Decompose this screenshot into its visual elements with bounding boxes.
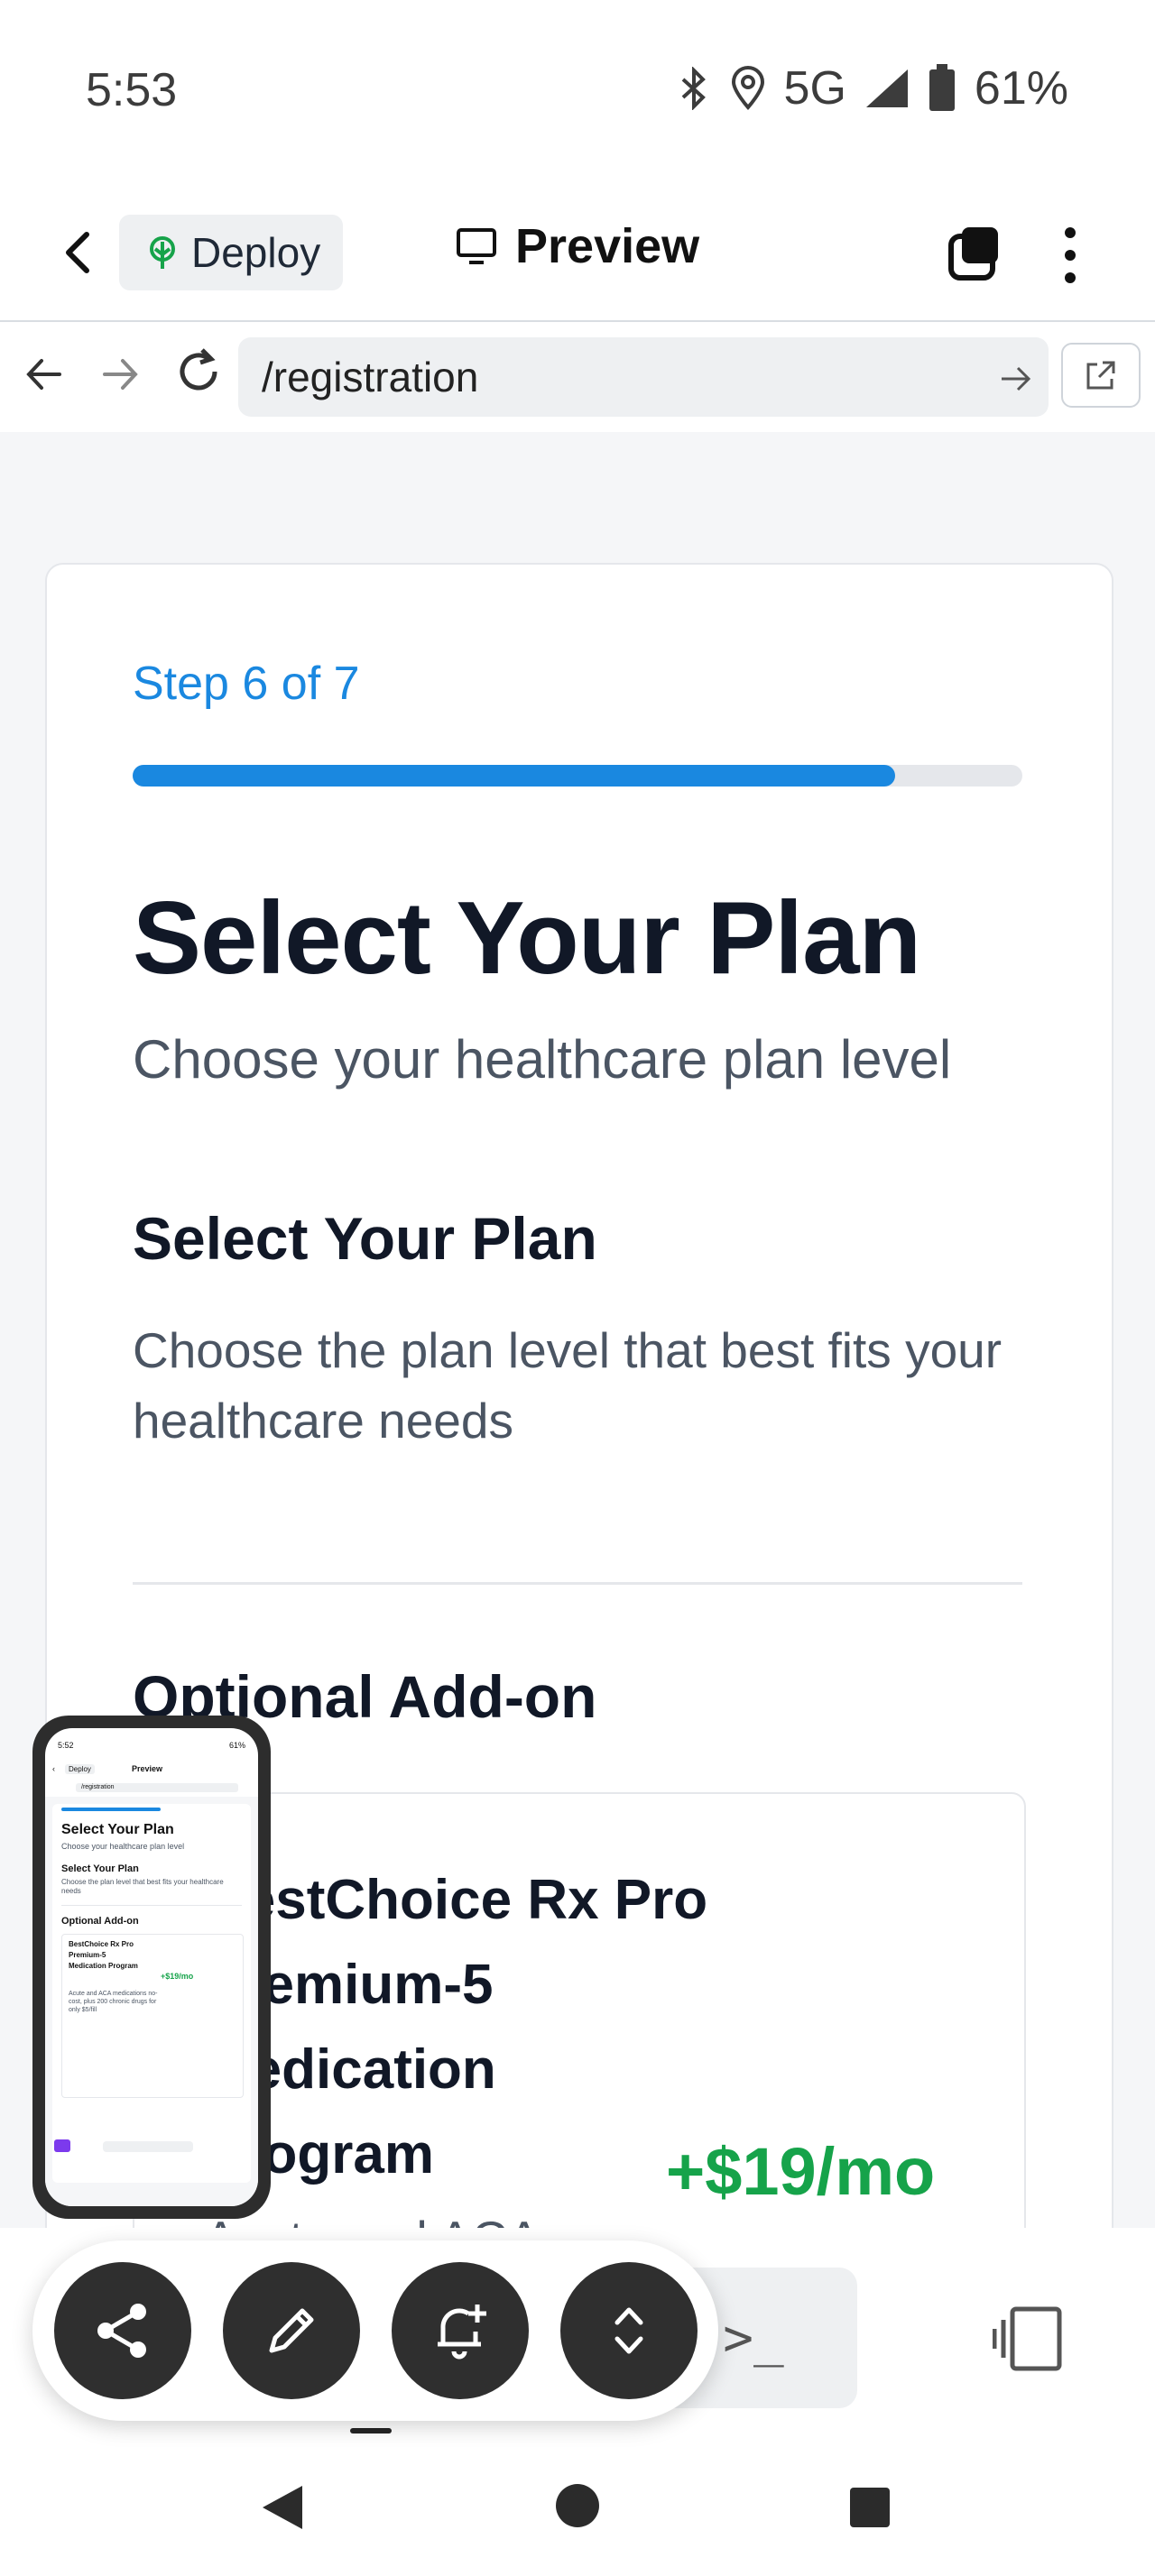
signal-icon — [865, 69, 908, 107]
mini-addon-price: +$19/mo — [161, 1972, 194, 1981]
page-title: Select Your Plan — [133, 881, 921, 996]
browser-back-icon[interactable] — [22, 352, 67, 397]
progress-fill — [133, 765, 895, 787]
location-icon — [731, 66, 764, 111]
floating-action-bar — [32, 2240, 718, 2421]
reload-icon[interactable] — [171, 345, 226, 399]
browser-forward-icon[interactable] — [97, 352, 143, 397]
gesture-pill — [350, 2428, 392, 2433]
expand-collapse-icon — [614, 2307, 643, 2354]
tabs-icon[interactable] — [947, 225, 1002, 283]
mini-subtitle: Choose your healthcare plan level — [61, 1842, 185, 1851]
mini-toolbar — [103, 2141, 193, 2152]
mini-toolbar-chip — [54, 2139, 70, 2152]
edit-icon — [269, 2308, 314, 2353]
url-go-arrow-icon[interactable] — [998, 361, 1034, 397]
section-title: Select Your Plan — [133, 1205, 597, 1272]
terminal-label: >_ — [723, 2308, 784, 2368]
share-button[interactable] — [54, 2262, 191, 2399]
section-description: Choose the plan level that best fits you… — [133, 1322, 1003, 1449]
addon-price: +$19/mo — [666, 2134, 936, 2209]
back-arrow-icon[interactable] — [52, 225, 106, 280]
addon-name: BestChoice Rx Pro Premium-5 Medication P… — [204, 1869, 708, 2185]
deploy-button[interactable]: Deploy — [119, 215, 343, 290]
preview-label: Preview — [515, 219, 700, 273]
mini-title: Select Your Plan — [61, 1822, 174, 1837]
mini-back-icon: ‹ — [52, 1764, 55, 1773]
battery-percent: 61% — [974, 62, 1068, 115]
mini-nav-bar — [45, 2157, 258, 2170]
expand-collapse-button[interactable] — [560, 2262, 698, 2399]
step-indicator: Step 6 of 7 — [133, 658, 360, 710]
mini-addon-name: BestChoice Rx Pro Premium-5 Medication P… — [69, 1940, 138, 1970]
mini-progress — [61, 1808, 161, 1811]
deploy-label: Deploy — [191, 229, 321, 276]
status-time: 5:53 — [86, 64, 178, 116]
mini-battery: 61% — [228, 1741, 245, 1750]
mini-deploy: Deploy — [65, 1764, 95, 1774]
divider — [133, 1582, 1022, 1585]
mini-preview-screen: 5:52 61% ‹ Deploy Preview /registration … — [45, 1728, 258, 2206]
mini-section-desc: Choose the plan level that best fits you… — [61, 1878, 224, 1895]
url-input[interactable]: /registration — [238, 337, 1049, 417]
bluetooth-icon — [681, 67, 706, 110]
external-link-icon — [1086, 361, 1115, 390]
mini-preview-label: Preview — [132, 1764, 163, 1773]
open-external-button[interactable] — [1061, 343, 1141, 408]
mini-addon-heading: Optional Add-on — [61, 1916, 139, 1927]
page-subtitle: Choose your healthcare plan level — [133, 1029, 952, 1090]
status-icons: 5G 61% — [676, 61, 1068, 115]
monitor-icon — [457, 228, 496, 264]
more-options-icon[interactable] — [1052, 224, 1088, 287]
battery-icon — [929, 64, 955, 111]
mini-time: 5:52 — [58, 1741, 74, 1750]
system-back-icon[interactable] — [257, 2482, 308, 2533]
mini-divider — [61, 1905, 242, 1906]
mini-addon-desc: Acute and ACA medications no-cost, plus … — [69, 1991, 158, 2013]
add-alert-button[interactable] — [392, 2262, 529, 2399]
sidebar-toggle-icon[interactable] — [993, 2305, 1065, 2374]
mini-url: /registration — [76, 1783, 238, 1792]
edit-button[interactable] — [223, 2262, 360, 2399]
mini-section-title: Select Your Plan — [61, 1863, 139, 1874]
deploy-icon — [150, 236, 175, 269]
add-alert-icon — [438, 2305, 486, 2360]
network-label: 5G — [783, 62, 846, 115]
system-recents-icon[interactable] — [848, 2486, 892, 2529]
system-home-icon[interactable] — [554, 2482, 601, 2529]
url-text: /registration — [262, 354, 479, 400]
share-icon — [97, 2304, 146, 2358]
preview-title: Preview — [456, 218, 699, 274]
